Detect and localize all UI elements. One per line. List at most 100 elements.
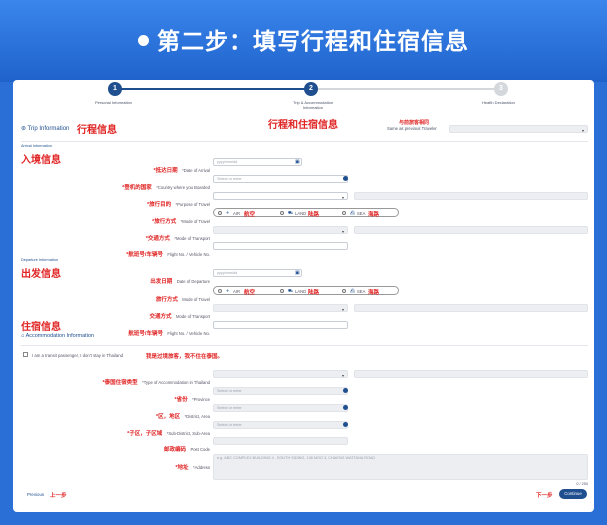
select-icon[interactable] (343, 405, 348, 410)
mode-sea-en: SEA (357, 211, 366, 216)
address-label: *地址 *Address (175, 465, 210, 471)
divider (21, 141, 588, 142)
mode-air-en: AIR (233, 211, 240, 216)
banner-title-wrap: 第二步：填写行程和住宿信息 (0, 22, 607, 56)
subdistrict-select[interactable]: Select or enter (213, 421, 348, 429)
address-textarea[interactable]: e.g. ABC COMPLEX BUILDING 4 , SOUTH SIDI… (213, 454, 588, 480)
departure-date-input[interactable]: yyyy/mm/dd (213, 269, 302, 277)
step-2-label: Trip & Accommodation Information (292, 100, 334, 110)
address-counter: 0 / 250 (576, 482, 588, 486)
mode-of-travel-label: *旅行方式 *Mode of Travel (152, 219, 210, 225)
mode-land-en: LAND (295, 211, 307, 216)
purpose-select[interactable]: ▾ (213, 192, 348, 200)
mode-air-cn: 航空 (244, 290, 256, 296)
car-icon: ⛟ (288, 210, 294, 215)
select-icon[interactable] (343, 388, 348, 393)
trip-info-title: Trip Information (27, 126, 70, 132)
district-label: *区，地区 *District, Area (156, 414, 210, 420)
departure-flight-input[interactable] (213, 321, 348, 329)
arrival-heading: Arrival Information (21, 144, 52, 148)
plane-icon: ✈ (226, 288, 230, 293)
banner-title: 第二步：填写行程和住宿信息 (157, 29, 469, 55)
mode-of-travel-group[interactable]: ✈ AIR 航空 ⛟ LAND 陆路 ⛴ SEA 海路 (213, 208, 399, 218)
mode-land-cn: 陆路 (308, 290, 320, 296)
purpose-other-input (354, 192, 588, 200)
ship-icon: ⛴ (350, 210, 356, 215)
arrival-date-label: *抵达日期 *Date of Arrival (153, 168, 210, 174)
mode-sea-cn: 海路 (368, 290, 380, 296)
annotation-prev: 上一步 (50, 493, 67, 499)
annotation-same-as-prev: 与前旅客相同 (399, 120, 430, 126)
departure-mode-label: 旅行方式 Mode of Travel (155, 297, 210, 303)
divider (21, 345, 588, 346)
mode-air-en: AIR (233, 289, 240, 294)
radio-land[interactable] (280, 211, 284, 215)
departure-transport-other (354, 304, 588, 312)
plane-icon: ✈ (226, 210, 230, 215)
radio-air[interactable] (218, 289, 222, 293)
radio-sea[interactable] (342, 289, 346, 293)
ship-icon: ⛴ (350, 288, 356, 293)
calendar-icon[interactable]: ▣ (295, 270, 300, 276)
accommodation-type-select[interactable]: ▾ (213, 370, 348, 378)
accommodation-type-label: *泰国住宿类型 *Type of Accommodation in Thaila… (102, 380, 210, 386)
form-panel: 1 2 3 Personal Information Trip & Accomm… (13, 80, 594, 512)
chevron-down-icon: ▾ (341, 195, 344, 200)
flight-no-label: *航班号/车辆号 Flight No. / Vehicle No. (126, 252, 210, 258)
annotation-next: 下一步 (536, 493, 553, 499)
step-3-label: Health Declaration (482, 100, 515, 105)
same-as-prev-label: Same as previous Traveler (387, 126, 437, 131)
mode-sea-en: SEA (357, 289, 366, 294)
step-2-circle[interactable]: 2 (304, 82, 318, 96)
purpose-label: *旅行目的 *Purpose of Travel (146, 202, 210, 208)
bullet-icon (138, 35, 149, 46)
home-icon: ⌂ (21, 333, 25, 339)
chevron-down-icon: ▾ (341, 307, 344, 312)
step-3-circle[interactable]: 3 (494, 82, 508, 96)
annotation-transit: 我是过境旅客，我不住在泰国。 (146, 354, 224, 360)
annotation-trip-info: 行程信息 (77, 125, 117, 136)
mode-sea-cn: 海路 (368, 212, 380, 218)
chevron-down-icon: ▾ (581, 128, 584, 133)
country-boarded-label: *登机的国家 *Country where you Boarded (122, 185, 210, 191)
departure-mode-group[interactable]: ✈ AIR 航空 ⛟ LAND 陆路 ⛴ SEA 海路 (213, 286, 399, 296)
compass-icon: ⊛ (21, 126, 27, 132)
chevron-down-icon: ▾ (341, 373, 344, 378)
arrival-date-input[interactable]: yyyy/mm/dd (213, 158, 302, 166)
accommodation-title-wrap: ⌂ Accommodation Information (21, 333, 94, 339)
calendar-icon[interactable]: ▣ (295, 159, 300, 165)
annotation-accommodation: 住宿信息 (21, 322, 61, 333)
radio-land[interactable] (280, 289, 284, 293)
previous-link[interactable]: Previous (27, 492, 44, 497)
departure-heading: Departure Information (21, 258, 58, 262)
transit-checkbox[interactable] (23, 352, 28, 357)
district-select[interactable]: Select or enter (213, 404, 348, 412)
departure-transport-label: 交通方式 Mode of Transport (149, 314, 210, 320)
mode-land-cn: 陆路 (308, 212, 320, 218)
select-icon[interactable] (343, 422, 348, 427)
departure-transport-select: ▾ (213, 304, 348, 312)
stepper-line-pending (313, 88, 503, 90)
transit-label: I am a transit passenger, I don't stay i… (32, 353, 124, 358)
step-1-circle[interactable]: 1 (108, 82, 122, 96)
radio-sea[interactable] (342, 211, 346, 215)
flight-no-input[interactable] (213, 242, 348, 250)
mode-land-en: LAND (295, 289, 307, 294)
departure-flight-label: 航班号/车辆号 Flight No. / Vehicle No. (128, 331, 210, 337)
select-icon[interactable] (343, 176, 348, 181)
continue-button[interactable]: Continue (559, 489, 587, 499)
departure-date-label: 出发日期 Date of Departure (150, 279, 210, 285)
transport-other-input (354, 226, 588, 234)
car-icon: ⛟ (288, 288, 294, 293)
chevron-down-icon: ▾ (341, 229, 344, 234)
trip-info-title-wrap: ⊛ Trip Information (21, 125, 69, 132)
banner: 第二步：填写行程和住宿信息 (0, 0, 607, 82)
province-select[interactable]: Select or enter (213, 387, 348, 395)
mode-of-transport-select: ▾ (213, 226, 348, 234)
accommodation-title: Accommodation Information (25, 333, 95, 339)
same-as-prev-select[interactable]: ▾ (449, 125, 588, 133)
accommodation-type-other (354, 370, 588, 378)
postcode-input (213, 437, 348, 445)
radio-air[interactable] (218, 211, 222, 215)
country-boarded-select[interactable]: Select or enter (213, 175, 348, 183)
